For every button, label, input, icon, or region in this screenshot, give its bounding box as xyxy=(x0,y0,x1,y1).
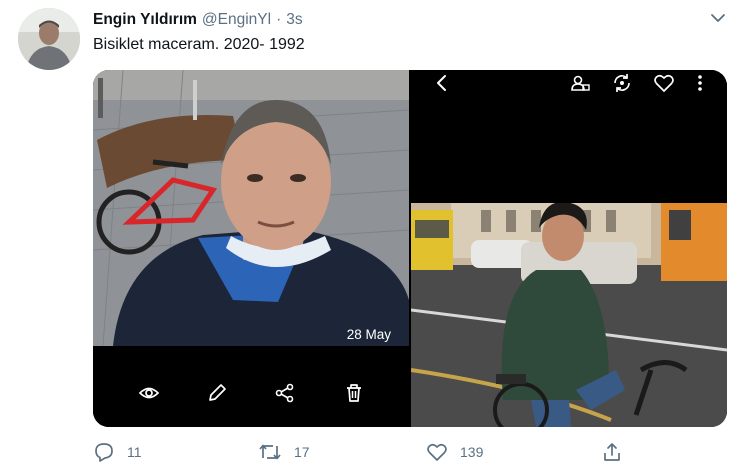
back-chevron-icon[interactable] xyxy=(431,72,453,94)
like-heart-icon xyxy=(426,441,448,463)
share-icon[interactable] xyxy=(274,382,296,404)
avatar[interactable] xyxy=(18,8,80,70)
retweet-count: 17 xyxy=(294,444,310,460)
more-options-chevron-icon[interactable] xyxy=(708,8,728,28)
more-vertical-icon[interactable] xyxy=(689,72,711,94)
edit-pencil-icon[interactable] xyxy=(206,382,228,404)
view-eye-icon[interactable] xyxy=(138,382,160,404)
tweet-actions: 11 17 139 xyxy=(93,441,653,467)
author-handle[interactable]: @EnginYl xyxy=(202,11,271,29)
like-count: 139 xyxy=(460,444,484,460)
favorite-heart-icon[interactable] xyxy=(653,72,675,94)
retweet-button[interactable]: 17 xyxy=(258,441,310,463)
retweet-icon xyxy=(258,441,282,463)
photo-bicycle-1992[interactable] xyxy=(411,70,727,427)
gallery-toolbar xyxy=(93,346,409,427)
rotate-icon[interactable] xyxy=(611,72,633,94)
share-button[interactable] xyxy=(601,441,623,463)
like-button[interactable]: 139 xyxy=(426,441,483,463)
media-grid: 28 May xyxy=(93,70,727,427)
gallery-topbar xyxy=(411,70,727,110)
reply-button[interactable]: 11 xyxy=(93,441,142,463)
tweet-timestamp[interactable]: 3s xyxy=(286,11,302,29)
share-upload-icon xyxy=(601,441,623,463)
tweet-text: Bisiklet maceram. 2020- 1992 xyxy=(93,36,305,53)
photo-date-label: 28 May xyxy=(346,327,391,342)
tweet-header: Engin Yıldırım @EnginYl · 3s xyxy=(93,10,303,30)
reply-count: 11 xyxy=(127,444,142,460)
author-name[interactable]: Engin Yıldırım xyxy=(93,11,197,29)
photo-selfie-2020[interactable]: 28 May xyxy=(93,70,409,427)
separator-dot: · xyxy=(276,11,282,28)
tag-person-icon[interactable] xyxy=(569,72,591,94)
trash-icon[interactable] xyxy=(343,382,365,404)
reply-icon xyxy=(93,441,115,463)
